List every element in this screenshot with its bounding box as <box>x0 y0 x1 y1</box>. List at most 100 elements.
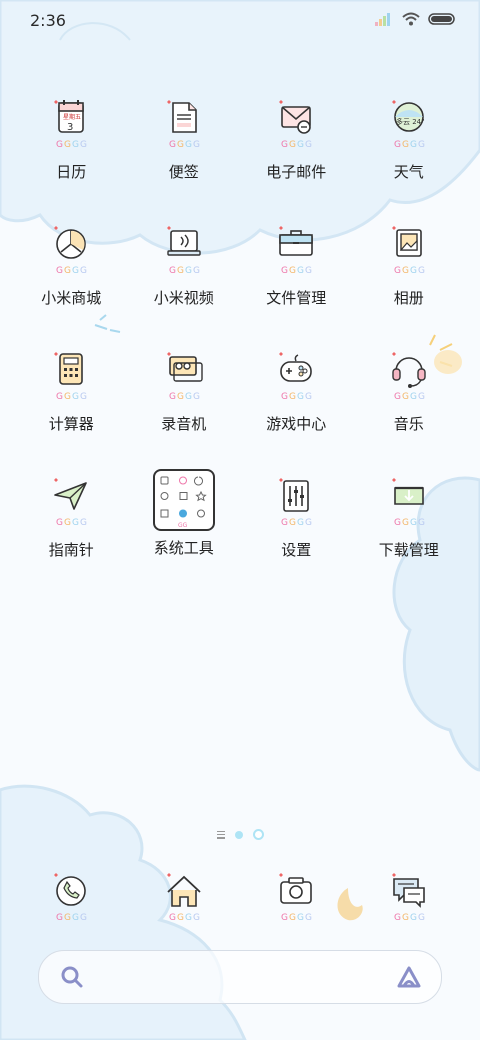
camera-icon: G G G G <box>271 870 321 928</box>
svg-text:G: G <box>193 392 200 402</box>
svg-text:G: G <box>418 140 425 150</box>
dock-browser[interactable]: G G G G <box>128 870 241 928</box>
svg-text:G: G <box>289 392 296 402</box>
assistant-icon[interactable] <box>395 964 423 990</box>
svg-text:G: G <box>64 392 71 402</box>
app-download-manager[interactable]: G G G G 下载管理 <box>353 473 466 599</box>
svg-text:G: G <box>410 266 417 276</box>
app-weather[interactable]: 多云 24° G G G G 天气 <box>353 95 466 221</box>
download-manager-icon: G G G G <box>384 475 434 533</box>
svg-text:G: G <box>169 392 176 402</box>
status-bar: 2:36 <box>0 0 480 40</box>
app-calendar[interactable]: 星期五 3 G G G G 日历 <box>15 95 128 221</box>
app-settings[interactable]: G G G G 设置 <box>240 473 353 599</box>
search-bar[interactable] <box>38 950 442 1004</box>
app-email[interactable]: G G G G 电子邮件 <box>240 95 353 221</box>
svg-text:G: G <box>394 266 401 276</box>
svg-text:G: G <box>410 140 417 150</box>
svg-text:G: G <box>394 518 401 528</box>
page-indicator[interactable] <box>0 829 480 840</box>
dock-messages[interactable]: G G G G <box>353 870 466 928</box>
svg-text:G: G <box>185 140 192 150</box>
svg-text:星期五: 星期五 <box>63 113 81 121</box>
svg-text:G: G <box>410 392 417 402</box>
svg-text:G: G <box>305 266 312 276</box>
app-label: 音乐 <box>393 415 424 433</box>
app-file-manager[interactable]: G G G G 文件管理 <box>240 221 353 347</box>
dock-camera[interactable]: G G G G <box>240 870 353 928</box>
notes-icon: G G G G <box>159 97 209 155</box>
app-mi-video[interactable]: G G G G 小米视频 <box>128 221 241 347</box>
svg-text:G: G <box>80 266 87 276</box>
gallery-icon: G G G G <box>384 223 434 281</box>
mi-store-icon: G G G G <box>46 223 96 281</box>
file-manager-icon: G G G G <box>271 223 321 281</box>
email-icon: G G G G <box>271 97 321 155</box>
svg-text:G: G <box>177 913 184 923</box>
svg-text:多云 24°: 多云 24° <box>396 117 425 126</box>
app-label: 小米视频 <box>153 289 214 307</box>
svg-text:G: G <box>185 392 192 402</box>
messages-icon: G G G G <box>384 870 434 928</box>
svg-text:G: G <box>297 266 304 276</box>
app-game-center[interactable]: G G G G 游戏中心 <box>240 347 353 473</box>
svg-text:G: G <box>193 913 200 923</box>
settings-icon: G G G G <box>271 475 321 533</box>
svg-text:G: G <box>297 392 304 402</box>
folder-system-tools[interactable]: GG 系统工具 <box>128 468 241 599</box>
svg-text:G: G <box>72 392 79 402</box>
svg-text:G: G <box>185 266 192 276</box>
svg-text:G: G <box>402 518 409 528</box>
battery-icon <box>428 13 455 25</box>
dock: G G G G G G G G G G G G G G G G <box>15 870 465 928</box>
calendar-icon: 星期五 3 G G G G <box>46 97 96 155</box>
app-recorder[interactable]: G G G G 录音机 <box>128 347 241 473</box>
svg-text:G: G <box>72 266 79 276</box>
svg-text:G: G <box>305 140 312 150</box>
app-label: 文件管理 <box>266 289 327 307</box>
svg-text:G: G <box>297 913 304 923</box>
app-mi-store[interactable]: G G G G 小米商城 <box>15 221 128 347</box>
svg-text:G: G <box>402 913 409 923</box>
recorder-icon: G G G G <box>159 349 209 407</box>
app-label: 电子邮件 <box>266 163 327 181</box>
svg-text:G: G <box>410 913 417 923</box>
mi-video-icon: G G G G <box>159 223 209 281</box>
svg-text:G: G <box>72 913 79 923</box>
svg-text:G: G <box>64 518 71 528</box>
svg-text:G: G <box>289 518 296 528</box>
app-label: 设置 <box>281 541 312 559</box>
app-label: 游戏中心 <box>266 415 327 433</box>
svg-text:G: G <box>281 266 288 276</box>
svg-text:G: G <box>185 913 192 923</box>
svg-text:G: G <box>56 913 63 923</box>
app-label: 录音机 <box>161 415 207 433</box>
svg-text:G: G <box>169 266 176 276</box>
music-icon: G G G G <box>384 349 434 407</box>
status-time: 2:36 <box>30 11 66 30</box>
svg-text:G: G <box>64 140 71 150</box>
svg-text:G: G <box>80 392 87 402</box>
app-label: 天气 <box>393 163 424 181</box>
phone-icon: G G G G <box>46 870 96 928</box>
app-calculator[interactable]: G G G G 计算器 <box>15 347 128 473</box>
svg-text:G: G <box>289 140 296 150</box>
folder-label: 系统工具 <box>153 539 214 557</box>
svg-text:3: 3 <box>67 122 73 133</box>
app-label: 相册 <box>393 289 424 307</box>
app-label: 便签 <box>168 163 199 181</box>
svg-text:G: G <box>177 140 184 150</box>
svg-text:G: G <box>394 140 401 150</box>
app-compass[interactable]: G G G G 指南针 <box>15 473 128 599</box>
svg-text:G: G <box>402 140 409 150</box>
svg-text:G: G <box>305 913 312 923</box>
svg-text:G: G <box>56 140 63 150</box>
app-music[interactable]: G G G G 音乐 <box>353 347 466 473</box>
svg-text:G: G <box>72 140 79 150</box>
svg-text:G: G <box>64 266 71 276</box>
dock-phone[interactable]: G G G G <box>15 870 128 928</box>
app-notes[interactable]: G G G G 便签 <box>128 95 241 221</box>
svg-text:G: G <box>281 392 288 402</box>
app-gallery[interactable]: G G G G 相册 <box>353 221 466 347</box>
svg-text:G: G <box>56 392 63 402</box>
